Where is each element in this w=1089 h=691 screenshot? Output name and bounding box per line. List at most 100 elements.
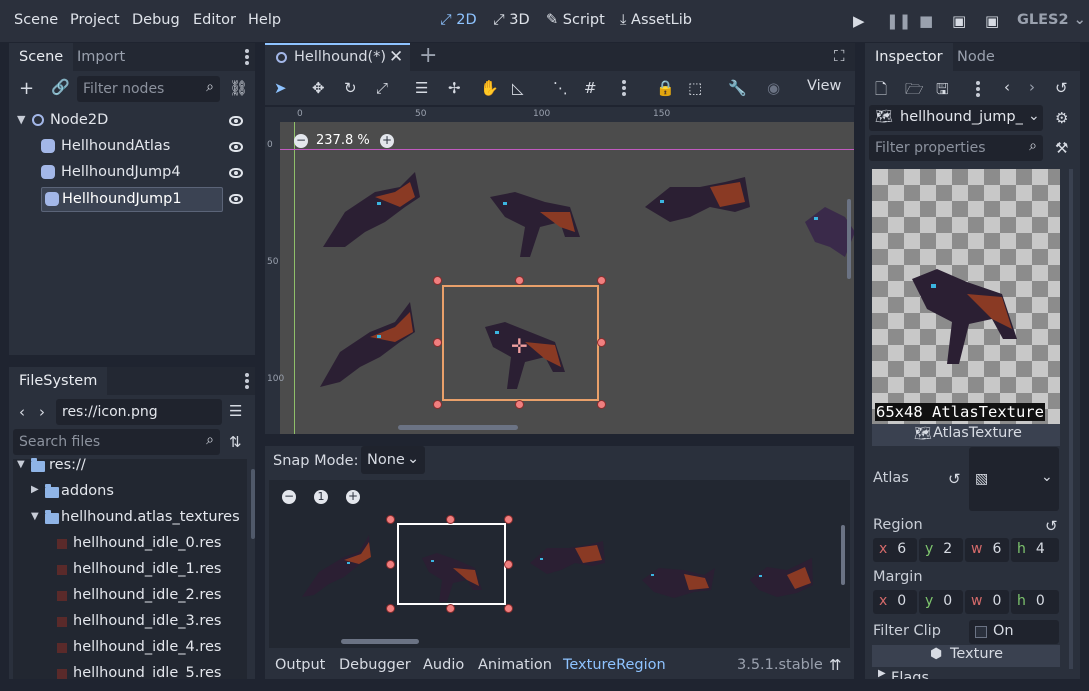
tree-node-hellhoundjump4[interactable]: HellhoundJump4 — [17, 161, 247, 187]
resize-handle[interactable] — [386, 560, 395, 569]
tab-node[interactable]: Node — [947, 43, 1005, 71]
renderer-select[interactable]: GLES2 ⌄ — [1017, 12, 1086, 28]
visibility-eye-icon[interactable] — [229, 142, 243, 152]
play-scene-icon[interactable]: ▣ — [952, 12, 966, 30]
ruler-icon[interactable]: ◺ — [512, 79, 524, 97]
lock-icon[interactable]: 🔒 — [656, 79, 675, 97]
zoom-level[interactable]: 237.8 % — [316, 133, 370, 148]
resize-handle[interactable] — [515, 276, 524, 285]
play-icon[interactable]: ▶ — [853, 12, 865, 30]
resize-handle[interactable] — [597, 276, 606, 285]
tab-debugger[interactable]: Debugger — [339, 657, 411, 673]
region-h-field[interactable]: h4 — [1011, 538, 1059, 562]
history-forward-icon[interactable]: › — [1029, 78, 1035, 96]
filter-clip-checkbox[interactable]: On — [969, 620, 1059, 644]
resize-handle[interactable] — [446, 515, 455, 524]
filter-properties-input[interactable]: Filter properties ⌕ — [869, 135, 1043, 161]
menu-scene[interactable]: Scene — [14, 12, 58, 28]
pause-icon[interactable]: ❚❚ — [886, 12, 911, 30]
resize-handle[interactable] — [504, 604, 513, 613]
zoom-out-button[interactable]: − — [294, 134, 308, 148]
tab-import[interactable]: Import — [67, 43, 135, 71]
bone-icon[interactable]: 🔧 — [728, 79, 747, 97]
select-tool-icon[interactable]: ➤ — [274, 79, 287, 97]
history-back-icon[interactable]: ‹ — [1004, 78, 1010, 96]
tab-output[interactable]: Output — [275, 657, 325, 673]
atlas-resource-picker[interactable]: ▧ ⌄ — [969, 447, 1059, 511]
mode-3d-button[interactable]: ⤢ 3D — [493, 12, 530, 28]
collapse-arrow-icon[interactable]: ▼ — [17, 459, 25, 470]
revert-icon[interactable]: ↺ — [1045, 517, 1058, 535]
search-files-input[interactable]: Search files ⌕ — [13, 429, 220, 455]
file-tree-scrollbar[interactable] — [251, 469, 255, 539]
add-node-icon[interactable]: + — [19, 78, 34, 99]
sort-icon[interactable]: ⇅ — [229, 433, 242, 451]
menu-editor[interactable]: Editor — [193, 12, 236, 28]
margin-y-field[interactable]: y0 — [919, 590, 963, 614]
tree-node-hellhoundatlas[interactable]: HellhoundAtlas — [17, 135, 247, 161]
tab-filesystem[interactable]: FileSystem — [9, 367, 108, 395]
canvas-h-scrollbar[interactable] — [398, 425, 518, 430]
visibility-eye-icon[interactable] — [229, 168, 243, 178]
visibility-eye-icon[interactable] — [229, 194, 243, 204]
snap-options-icon[interactable] — [622, 80, 626, 96]
save-icon[interactable]: 🖫 — [936, 79, 949, 104]
canvas-viewport[interactable]: 0 50 100 150 0 50 100 − 237.8 % + ✛ — [265, 107, 854, 434]
flags-section-header[interactable]: ▶ Flags — [872, 668, 1060, 679]
margin-w-field[interactable]: w0 — [965, 590, 1009, 614]
scene-tab-hellhound[interactable]: Hellhound(*) ✕ — [265, 43, 410, 71]
move-tool-icon[interactable]: ✥ — [312, 79, 325, 97]
resize-handle[interactable] — [446, 604, 455, 613]
inspector-menu-icon[interactable] — [976, 81, 980, 97]
menu-project[interactable]: Project — [70, 12, 120, 28]
region-x-field[interactable]: x6 — [873, 538, 917, 562]
visibility-eye-icon[interactable] — [229, 116, 243, 126]
texture-section-header[interactable]: ⬢ Texture — [872, 645, 1060, 667]
region-w-field[interactable]: w6 — [965, 538, 1009, 562]
split-view-icon[interactable]: ☰ — [229, 402, 242, 420]
rotate-tool-icon[interactable]: ↻ — [344, 79, 357, 97]
back-arrow-icon[interactable]: ‹ — [19, 403, 25, 421]
resize-handle[interactable] — [597, 400, 606, 409]
new-resource-icon[interactable]: 🗋 — [875, 79, 887, 104]
path-field[interactable]: res://icon.png — [56, 399, 222, 425]
resize-handle[interactable] — [386, 604, 395, 613]
view-menu[interactable]: View — [807, 78, 841, 94]
mode-2d-button[interactable]: ⤢ 2D — [440, 12, 477, 28]
close-icon[interactable]: ✕ — [389, 47, 403, 67]
play-custom-scene-icon[interactable]: ▣ — [985, 12, 999, 30]
canvas-v-scrollbar[interactable] — [847, 199, 851, 279]
region-y-field[interactable]: y2 — [919, 538, 963, 562]
zoom-out-button[interactable]: − — [282, 490, 296, 504]
mode-script-button[interactable]: ✎ Script — [546, 12, 605, 28]
forward-arrow-icon[interactable]: › — [39, 403, 45, 421]
object-history-icon[interactable]: ↺ — [1055, 79, 1068, 97]
margin-h-field[interactable]: h0 — [1011, 590, 1059, 614]
tab-scene[interactable]: Scene — [9, 43, 74, 71]
resize-handle[interactable] — [433, 276, 442, 285]
tab-inspector[interactable]: Inspector — [865, 43, 953, 71]
menu-debug[interactable]: Debug — [132, 12, 180, 28]
smart-snap-icon[interactable]: ⋱ — [553, 79, 568, 97]
zoom-in-button[interactable]: + — [380, 134, 394, 148]
region-h-scrollbar[interactable] — [341, 639, 419, 644]
tree-node-hellhoundjump1[interactable]: HellhoundJump1 — [17, 187, 247, 213]
collapse-arrow-icon[interactable]: ▼ — [31, 511, 39, 522]
scene-dock-menu-icon[interactable] — [245, 49, 249, 65]
tab-texture-region[interactable]: TextureRegion — [563, 657, 666, 673]
property-tools-icon[interactable]: ⚒ — [1055, 139, 1068, 157]
resize-handle[interactable] — [433, 338, 442, 347]
snap-mode-select[interactable]: None ⌄ — [361, 446, 425, 474]
resize-handle[interactable] — [433, 400, 442, 409]
fullscreen-icon[interactable]: ⛶ — [834, 47, 845, 65]
resize-handle[interactable] — [515, 400, 524, 409]
open-folder-icon[interactable]: 🗁 — [905, 79, 924, 104]
tree-node-node2d[interactable]: ▼ Node2D — [17, 109, 247, 135]
scale-tool-icon[interactable]: ⤢ — [376, 79, 388, 97]
new-scene-tab-icon[interactable]: + — [419, 43, 437, 68]
instance-scene-icon[interactable]: ⛓ — [229, 79, 248, 97]
texture-region-view[interactable]: − 1 + — [269, 480, 850, 648]
stop-icon[interactable]: ■ — [919, 12, 933, 30]
zoom-in-button[interactable]: + — [346, 490, 360, 504]
tab-animation[interactable]: Animation — [478, 657, 552, 673]
